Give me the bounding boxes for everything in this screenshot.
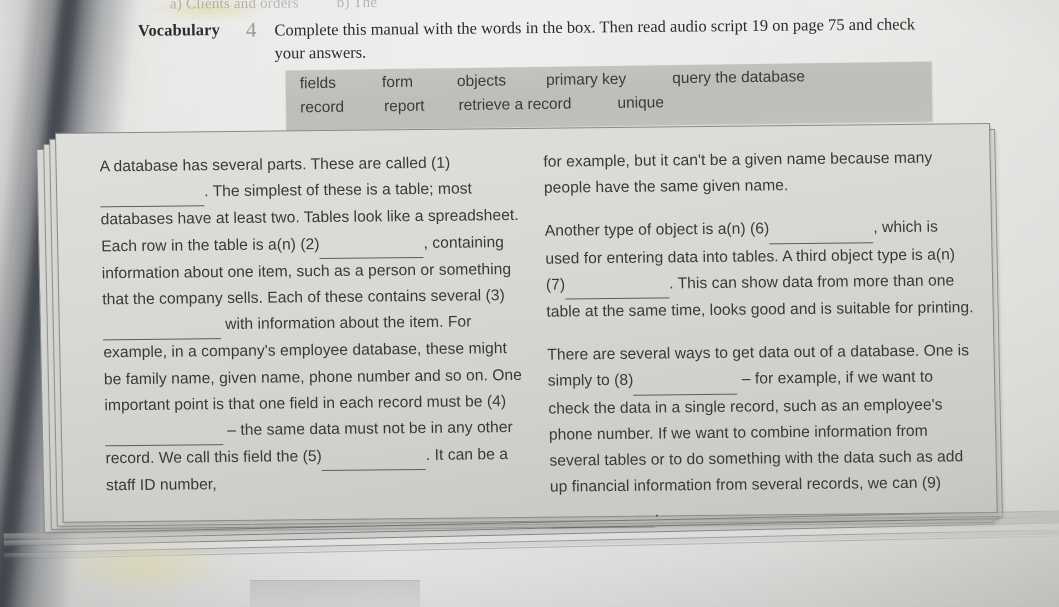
gap-number: (3) bbox=[485, 287, 505, 305]
answer-blank[interactable] bbox=[319, 230, 424, 259]
manual-text: A database has several parts. These are … bbox=[99, 154, 432, 176]
word-bank-item: query the database bbox=[672, 68, 806, 88]
exercise-header: Vocabulary 4 Complete this manual with t… bbox=[138, 12, 938, 67]
manual-right-column: for example, but it can't be a given nam… bbox=[543, 145, 979, 529]
gap-number: (9) bbox=[921, 474, 942, 492]
manual-card-stack: A database has several parts. These are … bbox=[36, 123, 1003, 539]
section-label: Vocabulary bbox=[137, 20, 220, 40]
word-bank-item: objects bbox=[456, 72, 507, 91]
answer-blank[interactable] bbox=[564, 271, 670, 300]
answer-blank[interactable] bbox=[321, 443, 427, 472]
manual-paragraph: There are several ways to get data out o… bbox=[547, 338, 980, 529]
word-bank-box: fields form objects primary key query the da… bbox=[285, 61, 933, 131]
word-bank-item: fields bbox=[299, 74, 337, 93]
word-bank-item: record bbox=[300, 98, 345, 117]
gap-number: (2) bbox=[300, 235, 320, 253]
answer-blank[interactable] bbox=[769, 215, 874, 244]
manual-text: for example, but it can't be a given nam… bbox=[543, 149, 933, 197]
gap-number: (7) bbox=[545, 276, 566, 294]
manual-paragraph: A database has several parts. These are … bbox=[77, 150, 528, 500]
word-bank-item: form bbox=[381, 73, 414, 92]
word-bank-item: primary key bbox=[545, 70, 627, 89]
answer-blank[interactable] bbox=[550, 499, 655, 529]
manual-left-column: A database has several parts. These are … bbox=[77, 150, 528, 507]
answer-blank[interactable] bbox=[99, 179, 205, 208]
manual-paragraph: Another type of object is a(n) (6) , whi… bbox=[545, 215, 976, 326]
textbook-page-photo: a) Clients and orders b) The Vocabulary … bbox=[0, 0, 1059, 607]
manual-text: . bbox=[654, 503, 660, 521]
exercise-instruction: Complete this manual with the words in t… bbox=[274, 14, 916, 63]
manual-text: Another type of object is a(n) bbox=[544, 220, 751, 241]
gap-number: (5) bbox=[302, 448, 323, 466]
answer-blank[interactable] bbox=[633, 367, 738, 396]
word-bank-item: retrieve a record bbox=[458, 95, 572, 115]
word-bank-item: unique bbox=[617, 94, 665, 112]
answer-blank[interactable] bbox=[104, 418, 224, 447]
gap-number: (1) bbox=[430, 154, 451, 172]
gap-number: (4) bbox=[486, 392, 507, 411]
manual-card-content: A database has several parts. These are … bbox=[55, 123, 996, 529]
answer-blank[interactable] bbox=[102, 312, 222, 341]
exercise-number: 4 bbox=[245, 17, 257, 42]
gap-number: (8) bbox=[614, 372, 634, 390]
gap-number: (6) bbox=[749, 220, 770, 238]
manual-paragraph: for example, but it can't be a given nam… bbox=[543, 145, 973, 202]
word-bank-item: report bbox=[383, 97, 425, 116]
